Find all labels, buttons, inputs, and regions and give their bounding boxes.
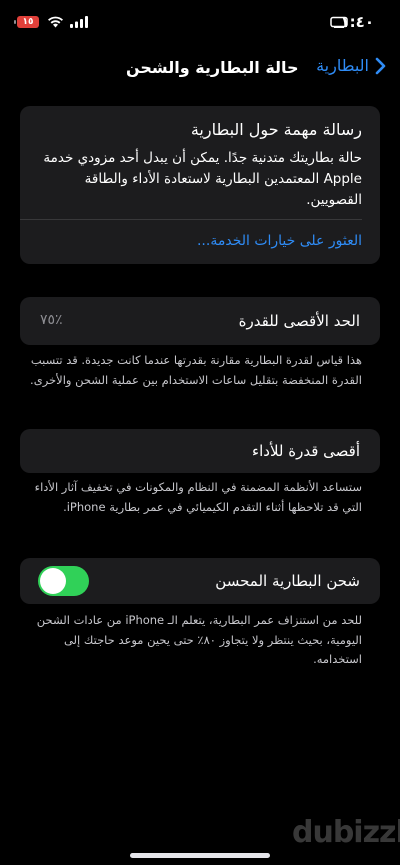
- navigation-bar: البطارية حالة البطارية والشحن: [0, 52, 400, 86]
- battery-warning-card: رسالة مهمة حول البطارية حالة بطاريتك متد…: [20, 106, 380, 264]
- maximum-capacity-footnote: هذا قياس لقدرة البطارية مقارنة بقدرتها ع…: [30, 353, 362, 387]
- back-button[interactable]: البطارية: [316, 56, 386, 75]
- optimized-charging-row: شحن البطارية المحسن: [20, 558, 380, 604]
- signal-icon: [70, 16, 88, 28]
- warning-body: حالة بطاريتك متدنية جدًا. يمكن أن يبدل أ…: [43, 150, 362, 208]
- warning-title: رسالة مهمة حول البطارية: [190, 120, 362, 139]
- find-service-options-link[interactable]: العثور على خيارات الخدمة...: [197, 233, 362, 249]
- maximum-capacity-row: الحد الأقصى للقدرة ٪٧٥: [20, 297, 380, 345]
- battery-icon: ١٥: [14, 16, 39, 28]
- optimized-charging-footnote: للحد من استنزاف عمر البطارية، يتعلم الـ …: [36, 613, 362, 666]
- status-time: ١:٤٠: [340, 13, 374, 31]
- toggle-knob: [40, 568, 66, 594]
- wifi-icon: [48, 16, 63, 28]
- chevron-right-icon: [375, 57, 386, 74]
- page-title: حالة البطارية والشحن: [126, 58, 299, 77]
- back-button-label: البطارية: [316, 56, 369, 75]
- optimized-charging-label: شحن البطارية المحسن: [215, 572, 360, 590]
- watermark-logo: dubizzle: [292, 815, 400, 850]
- maximum-capacity-value: ٪٧٥: [40, 312, 63, 328]
- optimized-charging-toggle[interactable]: [38, 566, 89, 596]
- status-bar: ١٥ ١:٤٠: [0, 0, 400, 44]
- home-indicator[interactable]: [130, 853, 270, 858]
- peak-performance-footnote: ستساعد الأنظمة المضمنة في النظام والمكون…: [34, 480, 362, 514]
- divider: [20, 219, 362, 220]
- peak-performance-row: أقصى قدرة للأداء: [20, 429, 380, 473]
- battery-level: ١٥: [22, 17, 34, 27]
- maximum-capacity-label: الحد الأقصى للقدرة: [238, 312, 360, 330]
- peak-performance-label: أقصى قدرة للأداء: [252, 442, 360, 460]
